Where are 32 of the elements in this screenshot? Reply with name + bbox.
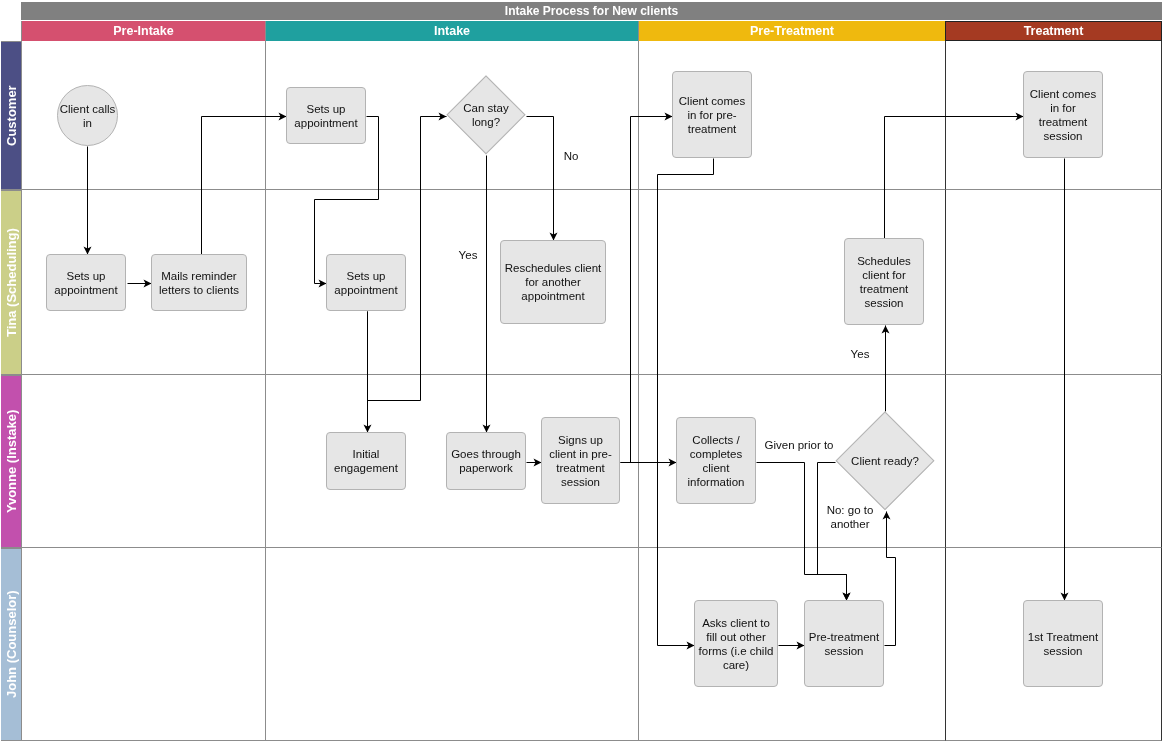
- edge-label: No: [563, 149, 579, 163]
- process-step: 1st Treatment session: [1023, 600, 1103, 687]
- connector-arrow: [778, 641, 805, 650]
- process-step: Goes through paperwork: [446, 432, 526, 490]
- process-step: Client comes in for treatment session: [1023, 71, 1103, 158]
- process-step: Asks client to fill out other forms (i.e child care): [694, 600, 778, 687]
- process-step: Signs up client in pre-treatment session: [541, 417, 620, 504]
- process-step: Sets up appointment: [326, 254, 406, 311]
- process-step: Reschedules client for another appointment: [500, 240, 606, 324]
- diagram-title: Intake Process for New clients: [21, 2, 1162, 21]
- process-step: Pre-treatment session: [804, 600, 884, 687]
- connector-arrow: [127, 279, 152, 288]
- phase-header: Treatment: [945, 21, 1162, 41]
- phase-header: Pre-Intake: [21, 21, 265, 41]
- process-step: Sets up appointment: [46, 254, 126, 311]
- process-step: Collects / completes client information: [676, 417, 756, 504]
- edge-label: Yes: [458, 248, 478, 262]
- process-step: Initial engagement: [326, 432, 406, 490]
- edge-label: Yes: [850, 347, 870, 361]
- lane-header: Tina (Scheduling): [1, 190, 21, 375]
- edge-label: No: go to another: [825, 503, 875, 531]
- lane-header: Yvonne (Instake): [1, 375, 21, 548]
- phase-header: Pre-Treatment: [638, 21, 945, 41]
- phase-header: Intake: [265, 21, 638, 41]
- lane-header: John (Counselor): [1, 548, 21, 741]
- process-step: Mails reminder letters to clients: [151, 254, 247, 311]
- lane-header: Customer: [1, 41, 21, 190]
- process-step: Sets up appointment: [286, 87, 366, 144]
- process-step: Schedules client for treatment session: [844, 238, 924, 325]
- start-circle: Client calls in: [57, 85, 118, 146]
- process-step: Client comes in for pre-treatment: [672, 71, 752, 158]
- edge-label: Given prior to: [764, 438, 834, 452]
